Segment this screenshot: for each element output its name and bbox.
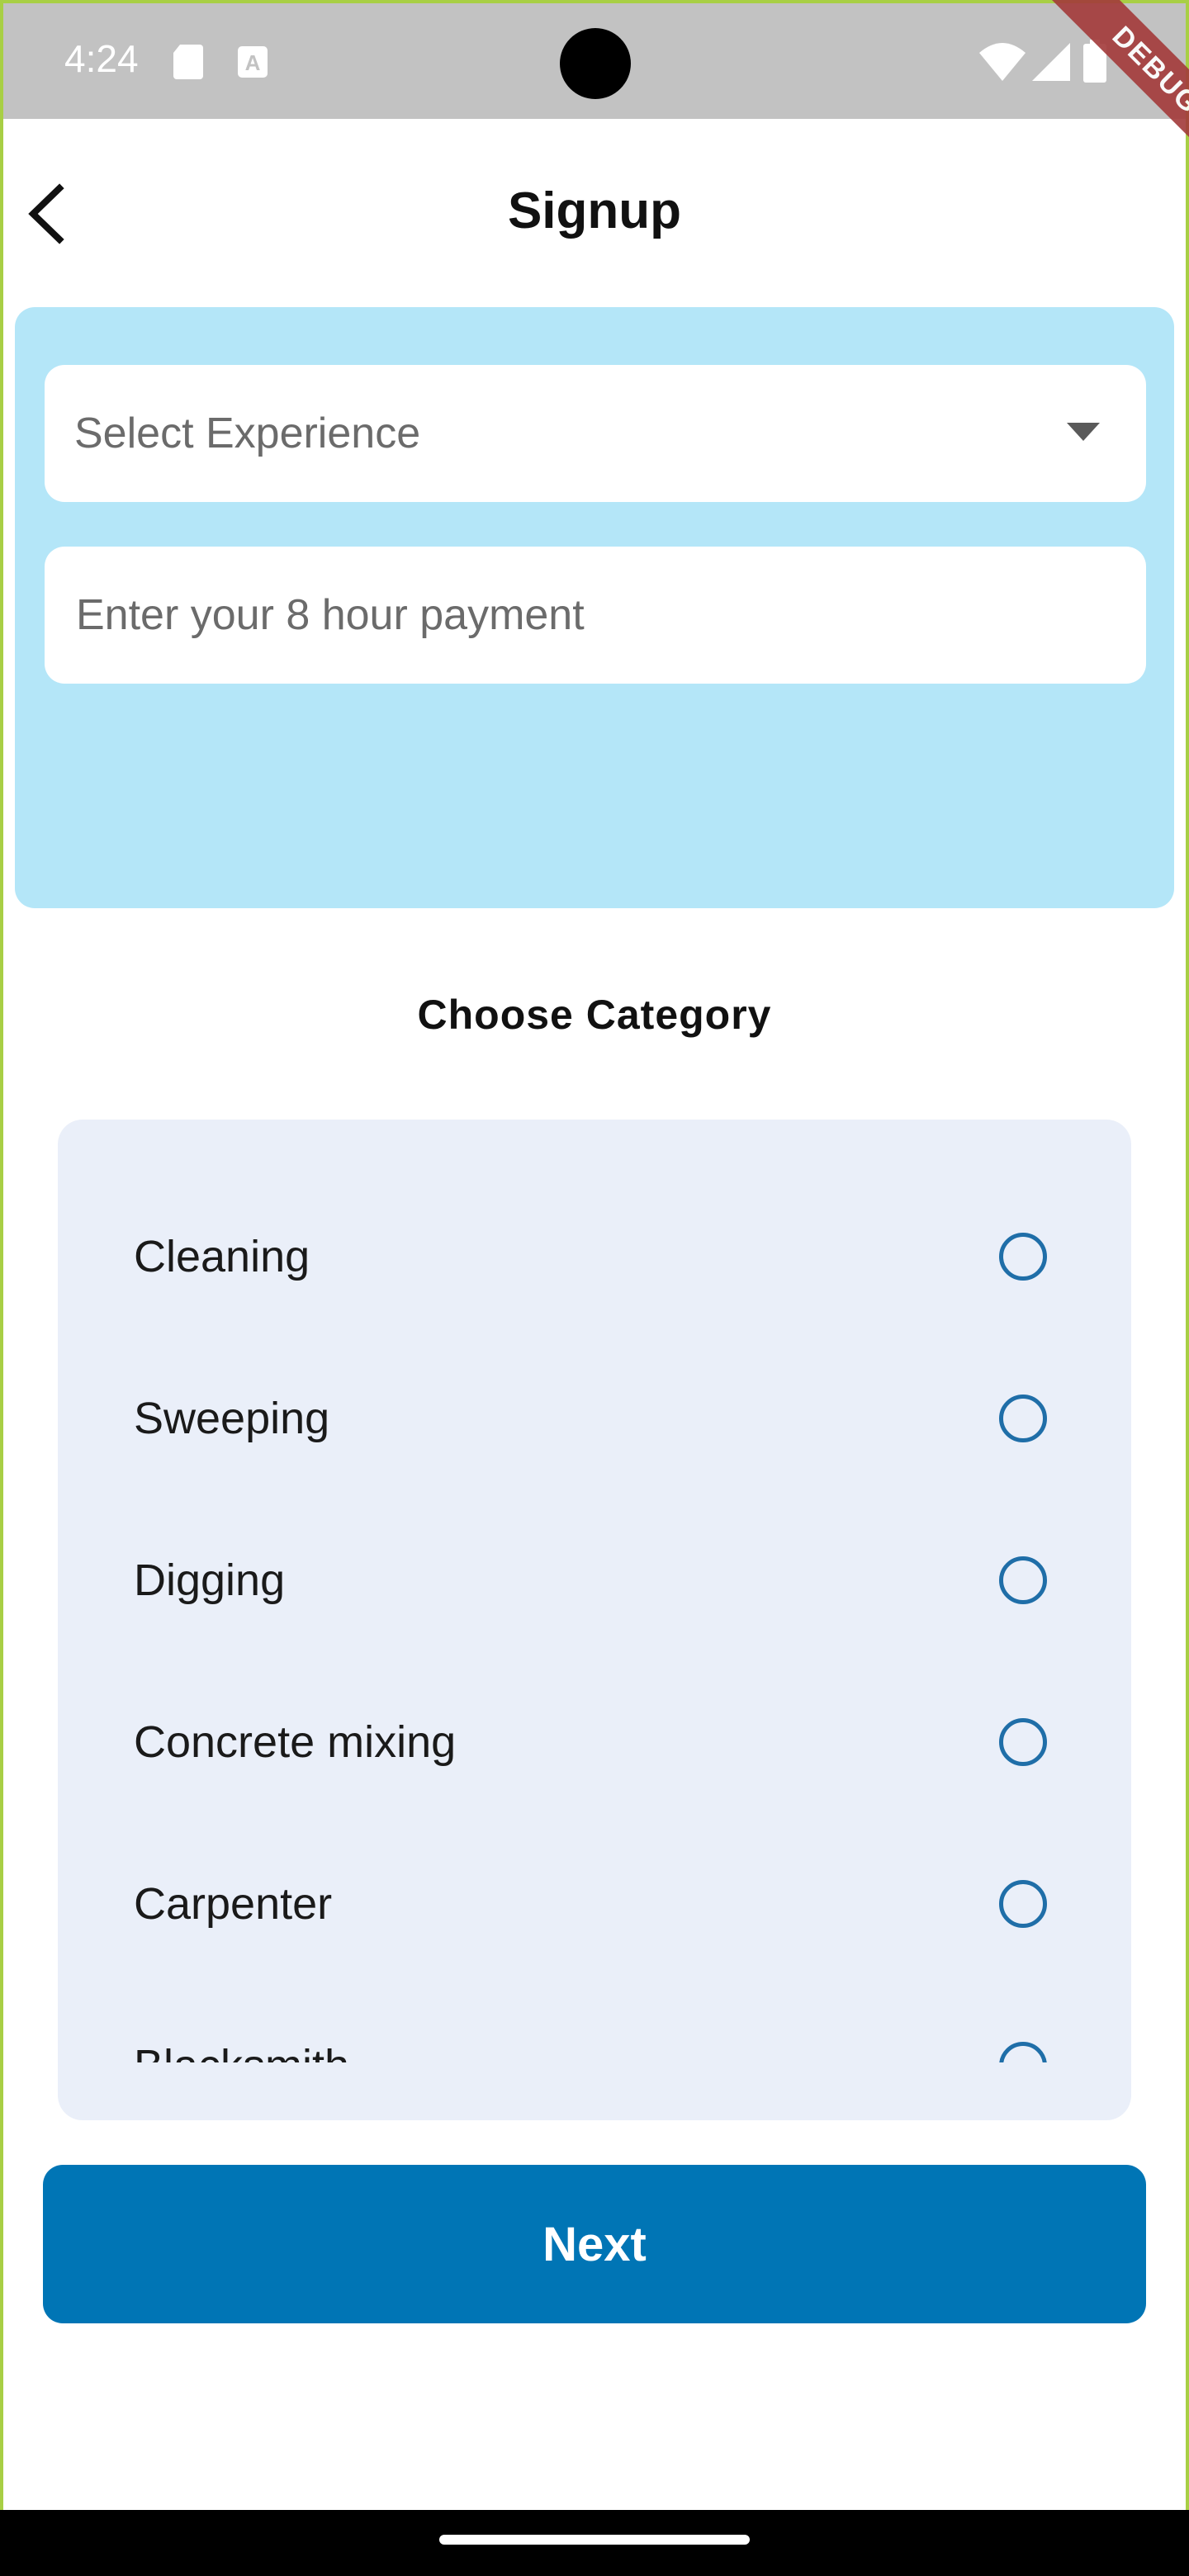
radio-button[interactable] [999,1880,1047,1928]
category-item-cleaning[interactable]: Cleaning [58,1176,1131,1338]
experience-dropdown[interactable]: Select Experience [45,365,1146,502]
radio-button[interactable] [999,1395,1047,1442]
svg-text:A: A [245,50,261,75]
category-list[interactable]: Cleaning Sweeping Digging Concrete mixin… [58,1120,1131,2062]
category-panel: Cleaning Sweeping Digging Concrete mixin… [58,1120,1131,2120]
sd-card-icon [173,45,203,79]
category-label: Cleaning [134,1232,310,1281]
radio-button[interactable] [999,1556,1047,1604]
radio-button[interactable] [999,1233,1047,1281]
category-title: Choose Category [417,992,772,1038]
category-label: Concrete mixing [134,1717,457,1767]
navigation-bar [0,2510,1189,2576]
experience-placeholder: Select Experience [74,410,421,457]
debug-label: DEBUG [1040,0,1189,187]
next-button[interactable]: Next [43,2165,1146,2323]
radio-button[interactable] [999,2042,1047,2062]
camera-cutout [560,28,631,99]
home-handle[interactable] [439,2535,750,2545]
font-icon: A [238,46,268,78]
status-time: 4:24 [64,37,139,80]
category-label: Digging [134,1556,286,1605]
payment-input[interactable] [74,590,1146,641]
payment-field[interactable] [45,547,1146,684]
category-item-sweeping[interactable]: Sweeping [58,1338,1131,1499]
category-item-blacksmith[interactable]: Blacksmith [58,1985,1131,2062]
category-item-carpenter[interactable]: Carpenter [58,1823,1131,1985]
radio-button[interactable] [999,1718,1047,1766]
experience-card: Select Experience [15,307,1174,908]
category-item-digging[interactable]: Digging [58,1499,1131,1661]
category-label: Carpenter [134,1879,333,1929]
category-item-concrete-mixing[interactable]: Concrete mixing [58,1661,1131,1823]
dropdown-arrow-icon [1067,423,1100,441]
category-label: Sweeping [134,1394,330,1443]
category-label: Blacksmith [134,2040,349,2062]
debug-banner: DEBUG [983,0,1189,206]
